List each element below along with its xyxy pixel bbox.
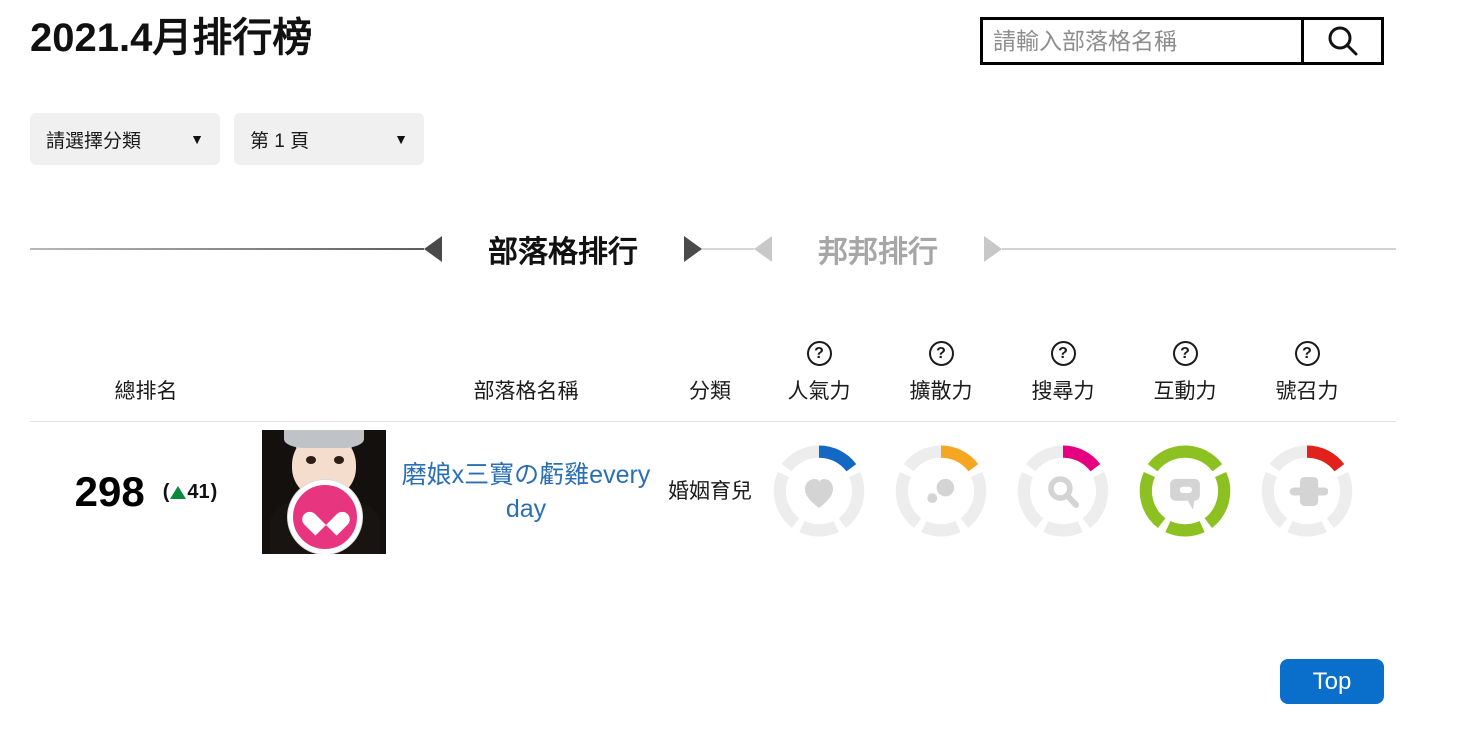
rank-up-arrow-icon — [170, 485, 187, 499]
spread-gauge — [894, 445, 988, 539]
tab-rule-middle — [702, 248, 754, 250]
column-header-avatar — [262, 405, 390, 421]
plus-cross-icon — [1285, 470, 1329, 514]
blog-name-link[interactable]: 磨娘x三寶の虧雞every day — [390, 458, 662, 527]
help-icon[interactable]: ? — [1050, 341, 1076, 366]
rank-change: ( 41 ) — [163, 482, 218, 502]
ranking-table: 總排名 部落格名稱 分類 ? 人氣力 ? 擴散力 ? 搜尋力 ? 互動力 ? 號… — [30, 330, 1396, 562]
interaction-gauge — [1138, 445, 1232, 539]
metric-popularity-cell — [758, 445, 880, 539]
search-gauge — [1016, 445, 1110, 539]
tab-arrow-right-icon — [684, 236, 702, 262]
category-dropdown[interactable]: 請選擇分類 ▼ — [30, 113, 220, 165]
rank-number: 298 — [74, 468, 145, 515]
chevron-down-icon: ▼ — [394, 131, 408, 147]
search-bar — [980, 17, 1384, 65]
tab-rule-right — [1002, 248, 1396, 250]
table-header-row: 總排名 部落格名稱 分類 ? 人氣力 ? 擴散力 ? 搜尋力 ? 互動力 ? 號… — [30, 330, 1396, 422]
help-icon[interactable]: ? — [1294, 341, 1320, 366]
metric-search-cell — [1002, 445, 1124, 539]
tab-blogger-ranking[interactable]: 部落格排行 — [442, 227, 684, 271]
column-header-spread-label: 擴散力 — [909, 380, 973, 403]
avatar-eye-left — [306, 456, 316, 464]
column-header-popularity-label: 人氣力 — [787, 380, 851, 403]
search-input[interactable] — [983, 20, 1301, 62]
metric-spread-cell — [880, 445, 1002, 539]
column-header-rank: 總排名 — [114, 380, 178, 403]
rank-change-open: ( — [162, 481, 170, 503]
page-title: 2021.4月排行榜 — [30, 16, 313, 60]
filter-bar: 請選擇分類 ▼ 第 1 頁 ▼ — [30, 113, 424, 165]
search-button[interactable] — [1301, 20, 1381, 62]
influence-gauge — [1260, 445, 1354, 539]
metric-interaction-cell — [1124, 445, 1246, 539]
column-header-interaction: ? 互動力 — [1124, 341, 1246, 421]
blog-name-cell: 磨娘x三寶の虧雞every day — [390, 458, 662, 527]
page-dropdown[interactable]: 第 1 頁 ▼ — [234, 113, 424, 165]
metric-influence-cell — [1246, 445, 1368, 539]
ranking-tabs: 部落格排行 邦邦排行 — [30, 218, 1396, 280]
rank-change-value: 41 — [187, 481, 210, 503]
heart-icon — [797, 470, 841, 514]
column-header-name: 部落格名稱 — [473, 380, 579, 403]
column-header-influence: ? 號召力 — [1246, 341, 1368, 421]
tab-arrow-right-icon — [984, 236, 1002, 262]
column-header-interaction-label: 互動力 — [1153, 380, 1217, 403]
avatar-cell — [262, 430, 390, 554]
column-header-search-label: 搜尋力 — [1031, 380, 1095, 403]
heart-icon — [311, 502, 341, 529]
avatar-eye-right — [334, 456, 344, 464]
avatar[interactable] — [262, 430, 386, 554]
rank-change-close: ) — [210, 481, 218, 503]
column-header-search: ? 搜尋力 — [1002, 341, 1124, 421]
page-dropdown-label: 第 1 頁 — [250, 130, 310, 152]
search-icon — [1323, 21, 1363, 61]
avatar-beanie — [284, 430, 364, 448]
category-dropdown-label: 請選擇分類 — [46, 130, 142, 152]
tab-rule-left — [30, 248, 424, 250]
column-header-spread: ? 擴散力 — [880, 341, 1002, 421]
tab-arrow-left-icon — [424, 236, 442, 262]
chevron-down-icon: ▼ — [190, 131, 204, 147]
chat-bubble-icon — [1163, 470, 1207, 514]
help-icon[interactable]: ? — [928, 341, 954, 366]
scroll-to-top-button[interactable]: Top — [1280, 659, 1384, 704]
table-row: 298 ( 41 ) 磨娘x三寶の虧雞every day 婚姻育兒 — [30, 422, 1396, 562]
column-header-category: 分類 — [689, 380, 731, 403]
help-icon[interactable]: ? — [806, 341, 832, 366]
share-bubbles-icon — [919, 470, 963, 514]
tab-bang-ranking[interactable]: 邦邦排行 — [772, 227, 984, 271]
help-icon[interactable]: ? — [1172, 341, 1198, 366]
popularity-gauge — [772, 445, 866, 539]
rank-cell: 298 ( 41 ) — [30, 471, 262, 513]
tab-arrow-left-icon — [754, 236, 772, 262]
column-header-popularity: ? 人氣力 — [758, 341, 880, 421]
magnifier-icon — [1041, 470, 1085, 514]
column-header-influence-label: 號召力 — [1275, 380, 1339, 403]
category-cell: 婚姻育兒 — [668, 479, 752, 503]
